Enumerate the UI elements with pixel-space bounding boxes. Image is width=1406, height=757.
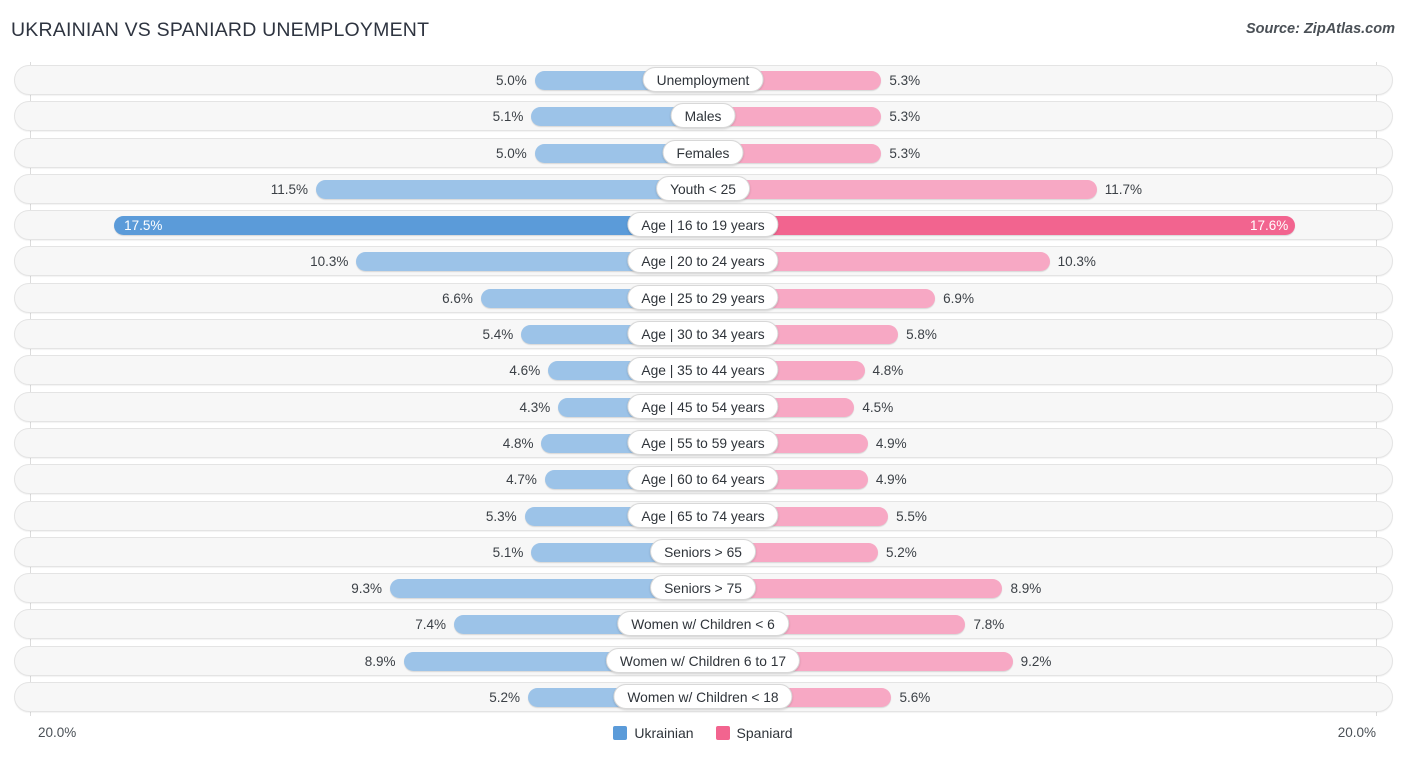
category-label[interactable]: Females	[662, 139, 744, 165]
value-label-ukrainian: 6.6%	[442, 290, 473, 306]
value-label-ukrainian: 5.0%	[495, 145, 527, 161]
category-label[interactable]: Age | 45 to 54 years	[627, 393, 779, 419]
value-label-ukrainian: 5.0%	[495, 73, 527, 88]
category-label[interactable]: Seniors > 75	[650, 575, 756, 601]
source-attribution: Source: ZipAtlas.com	[1245, 21, 1395, 37]
value-label-ukrainian: 5.3%	[485, 508, 517, 524]
chart-footer: 20.0% 20.0% Ukrainian Spaniard	[0, 716, 1406, 757]
value-label-spaniard: 11.7%	[1104, 181, 1142, 197]
value-label-spaniard: 10.3%	[1057, 254, 1096, 270]
bar-row: 4.8% 4.9% Age | 55 to 59 years	[0, 425, 1406, 461]
value-label-spaniard: 17.6%	[1249, 218, 1289, 234]
category-label[interactable]: Women w/ Children < 18	[613, 684, 793, 710]
value-label-ukrainian: 10.3%	[310, 254, 349, 270]
value-label-spaniard: 5.8%	[906, 327, 937, 343]
value-label-ukrainian: 17.5%	[124, 218, 163, 234]
bar-row: 11.5% 11.7% Youth < 25	[0, 171, 1406, 207]
bar-row: 5.3% 5.5% Age | 65 to 74 years	[0, 498, 1406, 534]
value-label-spaniard: 4.9%	[875, 435, 907, 451]
bar-row: 17.5% 17.6% Age | 16 to 19 years	[0, 207, 1406, 243]
bar-ukrainian[interactable]	[316, 179, 703, 199]
value-label-spaniard: 6.9%	[943, 290, 974, 306]
value-label-spaniard: 5.3%	[889, 145, 921, 161]
legend-label: Spaniard	[736, 725, 793, 741]
category-label[interactable]: Unemployment	[642, 67, 764, 92]
bar-row: 4.3% 4.5% Age | 45 to 54 years	[0, 389, 1406, 425]
value-label-spaniard: 5.6%	[899, 690, 931, 706]
value-label-spaniard: 8.9%	[1010, 581, 1042, 597]
value-label-ukrainian: 4.7%	[506, 472, 537, 488]
bar-row: 5.0% 5.3% Unemployment	[0, 62, 1406, 98]
value-label-spaniard: 5.5%	[896, 508, 927, 524]
bar-row: 8.9% 9.2% Women w/ Children 6 to 17	[0, 643, 1406, 679]
value-label-spaniard: 5.3%	[889, 73, 921, 88]
bar-row: 4.6% 4.8% Age | 35 to 44 years	[0, 352, 1406, 388]
chart-root: UKRAINIAN VS SPANIARD UNEMPLOYMENT Sourc…	[0, 0, 1406, 757]
legend-label: Ukrainian	[634, 725, 694, 741]
category-label[interactable]: Age | 20 to 24 years	[627, 248, 779, 274]
bar-spaniard[interactable]	[703, 216, 1296, 236]
category-label[interactable]: Age | 65 to 74 years	[627, 502, 779, 528]
bar-spaniard[interactable]	[703, 179, 1097, 199]
value-label-ukrainian: 7.4%	[415, 617, 446, 633]
value-label-ukrainian: 9.3%	[351, 581, 383, 597]
category-label[interactable]: Age | 60 to 64 years	[627, 466, 779, 492]
value-label-spaniard: 5.2%	[885, 544, 917, 560]
value-label-ukrainian: 4.8%	[502, 435, 534, 451]
value-label-spaniard: 4.5%	[862, 399, 894, 415]
value-label-ukrainian: 11.5%	[270, 181, 309, 197]
value-label-spaniard: 4.8%	[872, 363, 904, 379]
bar-row-list: 5.0% 5.3% Unemployment 5.1% 5.3% Males 5.0% 5.3…	[0, 62, 1406, 715]
value-label-ukrainian: 5.1%	[492, 109, 524, 125]
bar-ukrainian[interactable]	[114, 216, 703, 236]
category-label[interactable]: Seniors > 65	[650, 538, 756, 564]
category-label[interactable]: Age | 35 to 44 years	[627, 357, 779, 383]
category-label[interactable]: Age | 55 to 59 years	[627, 429, 779, 455]
value-label-spaniard: 5.3%	[889, 109, 921, 125]
bar-row: 4.7% 4.9% Age | 60 to 64 years	[0, 461, 1406, 497]
bar-row: 10.3% 10.3% Age | 20 to 24 years	[0, 243, 1406, 279]
legend-item[interactable]: Spaniard	[715, 725, 793, 741]
category-label[interactable]: Males	[670, 103, 736, 129]
plot-area: 5.0% 5.3% Unemployment 5.1% 5.3% Males 5.0% 5.3…	[0, 62, 1406, 716]
category-label[interactable]: Age | 30 to 34 years	[627, 321, 779, 347]
bar-row: 6.6% 6.9% Age | 25 to 29 years	[0, 280, 1406, 316]
bar-row: 5.1% 5.3% Males	[0, 98, 1406, 134]
bar-row: 7.4% 7.8% Women w/ Children < 6	[0, 606, 1406, 642]
value-label-spaniard: 9.2%	[1020, 653, 1052, 669]
category-label[interactable]: Youth < 25	[656, 175, 750, 201]
category-label[interactable]: Women w/ Children < 6	[617, 611, 789, 637]
category-label[interactable]: Age | 16 to 19 years	[627, 212, 779, 238]
legend-item[interactable]: Ukrainian	[613, 725, 694, 741]
bar-row: 5.1% 5.2% Seniors > 65	[0, 534, 1406, 570]
value-label-ukrainian: 5.1%	[492, 544, 524, 560]
bar-row: 9.3% 8.9% Seniors > 75	[0, 570, 1406, 606]
value-label-spaniard: 4.9%	[875, 472, 907, 488]
bar-row: 5.0% 5.3% Females	[0, 135, 1406, 171]
value-label-ukrainian: 8.9%	[364, 653, 396, 669]
value-label-ukrainian: 4.6%	[509, 363, 541, 379]
value-label-spaniard: 7.8%	[973, 617, 1005, 633]
category-label[interactable]: Women w/ Children 6 to 17	[605, 647, 801, 673]
value-label-ukrainian: 5.2%	[489, 690, 521, 706]
value-label-ukrainian: 4.3%	[519, 399, 551, 415]
legend-swatch-icon	[715, 726, 730, 740]
bar-row: 5.2% 5.6% Women w/ Children < 18	[0, 679, 1406, 715]
legend-swatch-icon	[613, 726, 628, 740]
category-label[interactable]: Age | 25 to 29 years	[627, 284, 779, 310]
legend: Ukrainian Spaniard	[0, 725, 1406, 741]
bar-row: 5.4% 5.8% Age | 30 to 34 years	[0, 316, 1406, 352]
value-label-ukrainian: 5.4%	[482, 327, 514, 343]
page-title: UKRAINIAN VS SPANIARD UNEMPLOYMENT	[11, 19, 430, 41]
